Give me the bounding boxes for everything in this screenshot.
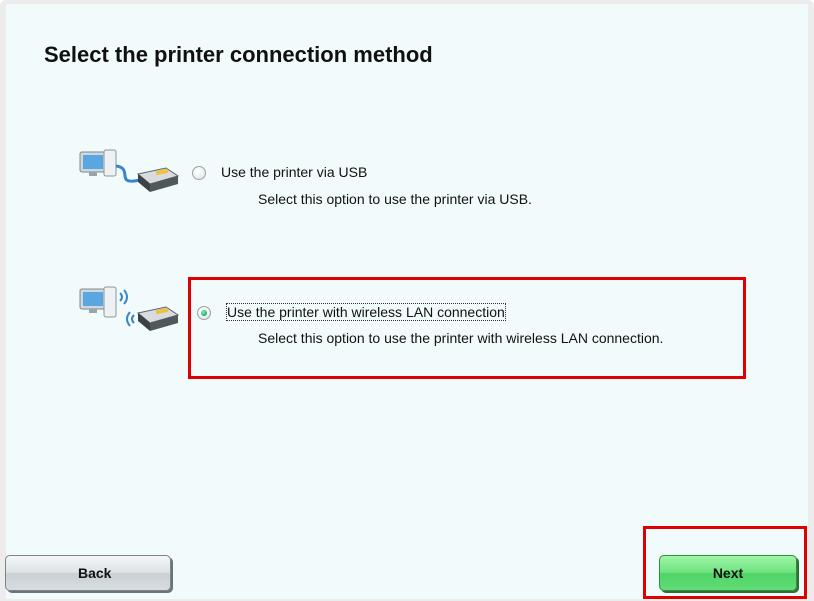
usb-option-description: Select this option to use the printer vi… <box>258 191 532 207</box>
wireless-lan-connection-icon <box>74 283 184 342</box>
usb-connection-icon <box>74 146 184 201</box>
usb-option-label[interactable]: Use the printer via USB <box>221 164 367 180</box>
page-title: Select the printer connection method <box>44 42 433 67</box>
next-button[interactable]: Next <box>659 555 797 591</box>
wireless-lan-option-label[interactable]: Use the printer with wireless LAN connec… <box>226 303 506 321</box>
wireless-lan-radio-button[interactable] <box>197 306 211 320</box>
usb-radio-button[interactable] <box>192 166 206 180</box>
back-button[interactable]: Back <box>5 555 171 591</box>
wireless-lan-option-description: Select this option to use the printer wi… <box>258 330 664 346</box>
